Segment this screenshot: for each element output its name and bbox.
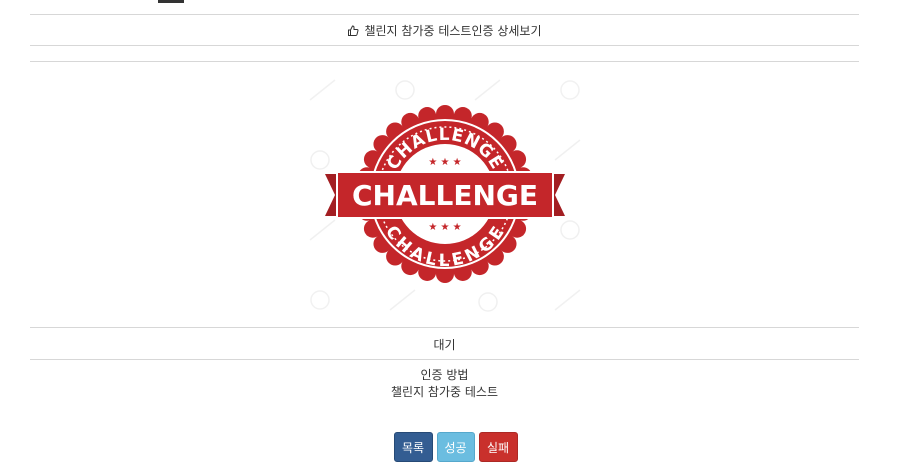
divider <box>30 45 859 46</box>
page-title: 챌린지 참가중 테스트인증 상세보기 <box>30 15 859 46</box>
method-value: 챌린지 참가중 테스트 <box>391 385 498 399</box>
thumbs-up-icon <box>348 24 359 36</box>
divider <box>30 61 859 62</box>
method-label: 인증 방법 <box>420 368 469 382</box>
divider <box>30 327 859 328</box>
certification-image: CHALLENGE CHALLENGE ★ ★ ★ ★ ★ ★ CHALLENG… <box>305 70 585 320</box>
fail-button[interactable]: 실패 <box>478 432 518 462</box>
svg-text:★ ★ ★: ★ ★ ★ <box>428 157 461 168</box>
status-text: 대기 <box>433 337 456 352</box>
action-buttons: 목록 성공 실패 <box>0 432 911 462</box>
seal-main-text: CHALLENGE <box>352 179 538 212</box>
page-title-text: 챌린지 참가중 테스트인증 상세보기 <box>364 24 542 38</box>
svg-text:★ ★ ★: ★ ★ ★ <box>428 222 461 233</box>
status-row: 대기 <box>30 329 859 359</box>
divider <box>30 359 859 360</box>
list-button[interactable]: 목록 <box>393 432 433 462</box>
top-tab-indicator <box>158 0 184 3</box>
success-button[interactable]: 성공 <box>436 432 475 462</box>
certification-method: 인증 방법 챌린지 참가중 테스트 <box>30 367 859 401</box>
